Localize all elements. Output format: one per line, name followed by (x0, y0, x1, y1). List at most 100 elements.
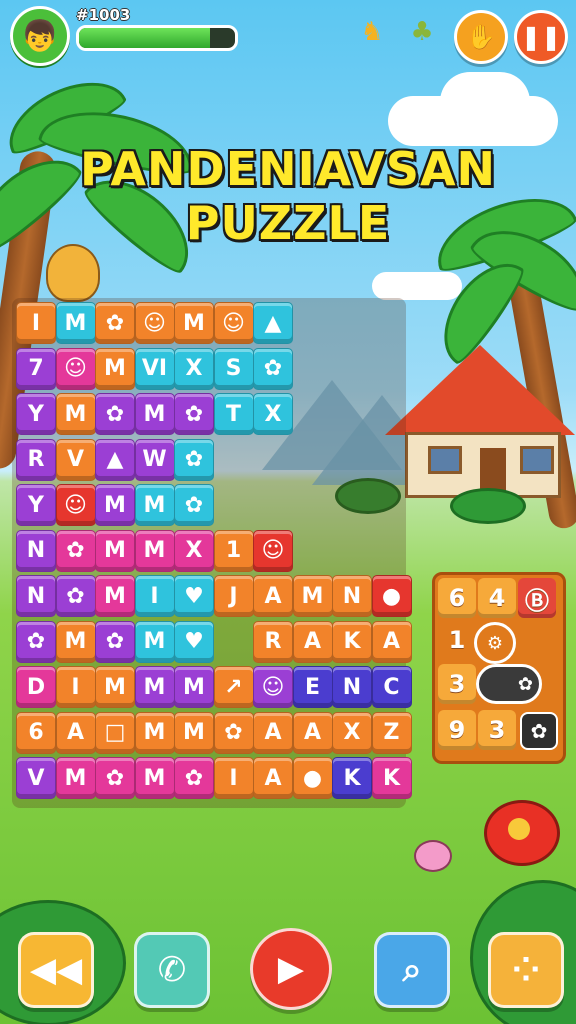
board-tile[interactable]: I (16, 302, 56, 344)
board-tile[interactable]: M (174, 666, 214, 708)
hint-button[interactable]: ✋ (454, 10, 508, 64)
board-tile[interactable]: M (55, 393, 96, 435)
side-tile[interactable]: 4 (478, 578, 516, 618)
board-tile[interactable]: M (95, 666, 135, 708)
play-button[interactable]: ▶ (250, 928, 332, 1010)
board-tile[interactable]: V (16, 757, 56, 799)
board-tile[interactable]: K (371, 757, 412, 799)
board-tile[interactable]: ✿ (16, 620, 56, 663)
board-tile[interactable]: ♥ (174, 620, 214, 663)
board-tile[interactable]: ✿ (174, 484, 214, 526)
board-tile[interactable]: J (213, 575, 254, 617)
board-tile[interactable]: 1 (213, 529, 254, 572)
side-tile[interactable]: 6 (438, 578, 476, 618)
board-tile[interactable]: M (174, 302, 214, 344)
settings-circle-icon[interactable]: ⚙ (474, 622, 516, 664)
board-tile[interactable]: M (134, 393, 175, 435)
board-tile[interactable]: ✿ (55, 529, 96, 572)
board-tile[interactable]: ✿ (95, 620, 135, 663)
board-tile[interactable]: W (134, 438, 175, 481)
board-tile[interactable]: ✿ (55, 575, 96, 617)
board-tile[interactable]: I (134, 575, 175, 617)
board-tile[interactable]: A (253, 711, 293, 754)
board-tile[interactable]: ☺ (55, 347, 96, 390)
menu-button[interactable]: ⁘ (488, 932, 564, 1008)
board-tile[interactable]: ● (292, 757, 333, 799)
board-tile[interactable]: Y (16, 484, 56, 526)
board-tile[interactable]: Z (371, 711, 412, 754)
side-tile[interactable]: Ⓑ (518, 578, 556, 618)
board-tile[interactable]: ☺ (55, 484, 96, 526)
board-tile[interactable]: ✿ (213, 711, 254, 754)
board-tile[interactable]: A (292, 711, 333, 754)
board-tile[interactable]: X (253, 393, 293, 435)
board-tile[interactable]: M (134, 757, 175, 799)
board-tile[interactable]: M (134, 529, 175, 572)
board-tile[interactable]: ☺ (253, 666, 293, 708)
board-tile[interactable]: S (213, 347, 254, 390)
board-tile[interactable]: K (332, 757, 372, 799)
board-tile[interactable]: ✿ (174, 438, 214, 481)
board-tile[interactable]: Y (16, 393, 56, 435)
board-tile[interactable]: ▲ (95, 438, 135, 481)
board-tile[interactable]: ☺ (213, 302, 254, 344)
board-tile[interactable]: I (213, 757, 254, 799)
board-tile[interactable]: I (55, 666, 96, 708)
board-tile[interactable]: X (332, 711, 372, 754)
board-tile[interactable]: M (95, 484, 135, 526)
board-tile[interactable]: □ (95, 711, 135, 754)
board-tile[interactable]: K (332, 620, 372, 663)
board-tile[interactable]: R (16, 438, 56, 481)
board-tile[interactable]: M (134, 666, 175, 708)
board-tile[interactable]: A (253, 575, 293, 617)
board-tile[interactable]: A (253, 757, 293, 799)
side-tile[interactable]: 3 (438, 664, 476, 704)
board-tile[interactable]: VI (134, 347, 175, 390)
board-tile[interactable]: M (55, 302, 96, 344)
pause-button[interactable]: ❚❚ (514, 10, 568, 64)
board-tile[interactable]: ✿ (174, 757, 214, 799)
board-tile[interactable]: 6 (16, 711, 56, 754)
side-tile[interactable]: 1 (438, 620, 476, 660)
gold-creature-icon[interactable]: ♞ (354, 14, 390, 50)
side-tile[interactable]: 3 (478, 710, 516, 750)
board-tile[interactable]: M (95, 529, 135, 572)
board-tile[interactable]: A (292, 620, 333, 663)
board-tile[interactable]: D (16, 666, 56, 708)
player-avatar[interactable]: 👦 (10, 6, 70, 66)
green-creature-icon[interactable]: ♣ (404, 14, 440, 50)
board-tile[interactable]: N (332, 575, 372, 617)
board-tile[interactable]: M (292, 575, 333, 617)
rewind-button[interactable]: ◀◀ (18, 932, 94, 1008)
board-tile[interactable]: A (371, 620, 412, 663)
board-tile[interactable]: 7 (16, 347, 56, 390)
board-tile[interactable]: ♥ (174, 575, 214, 617)
mini-paw-button[interactable]: ✿ (520, 712, 558, 750)
phone-button[interactable]: ✆ (134, 932, 210, 1008)
board-tile[interactable]: ▲ (253, 302, 293, 344)
board-tile[interactable]: E (292, 666, 333, 708)
board-tile[interactable]: ✿ (253, 347, 293, 390)
toggle-switch[interactable]: ✿ (476, 664, 542, 704)
board-tile[interactable]: X (174, 347, 214, 390)
board-tile[interactable]: A (55, 711, 96, 754)
board-tile[interactable]: ✿ (95, 757, 135, 799)
board-tile[interactable]: T (213, 393, 254, 435)
board-tile[interactable]: M (134, 620, 175, 663)
board-tile[interactable]: R (253, 620, 293, 663)
board-tile[interactable]: ✿ (174, 393, 214, 435)
board-tile[interactable]: N (16, 529, 56, 572)
board-tile[interactable]: M (95, 347, 135, 390)
board-tile[interactable]: M (55, 620, 96, 663)
board-tile[interactable]: N (332, 666, 372, 708)
board-tile[interactable]: X (174, 529, 214, 572)
board-tile[interactable]: V (55, 438, 96, 481)
board-tile[interactable]: ☺ (134, 302, 175, 344)
board-tile[interactable]: M (134, 484, 175, 526)
board-tile[interactable]: M (55, 757, 96, 799)
board-tile[interactable]: M (174, 711, 214, 754)
board-tile[interactable]: ☺ (253, 529, 293, 572)
board-tile[interactable]: ↗ (213, 666, 254, 708)
board-tile[interactable]: ✿ (95, 393, 135, 435)
side-tile[interactable]: 9 (438, 710, 476, 750)
